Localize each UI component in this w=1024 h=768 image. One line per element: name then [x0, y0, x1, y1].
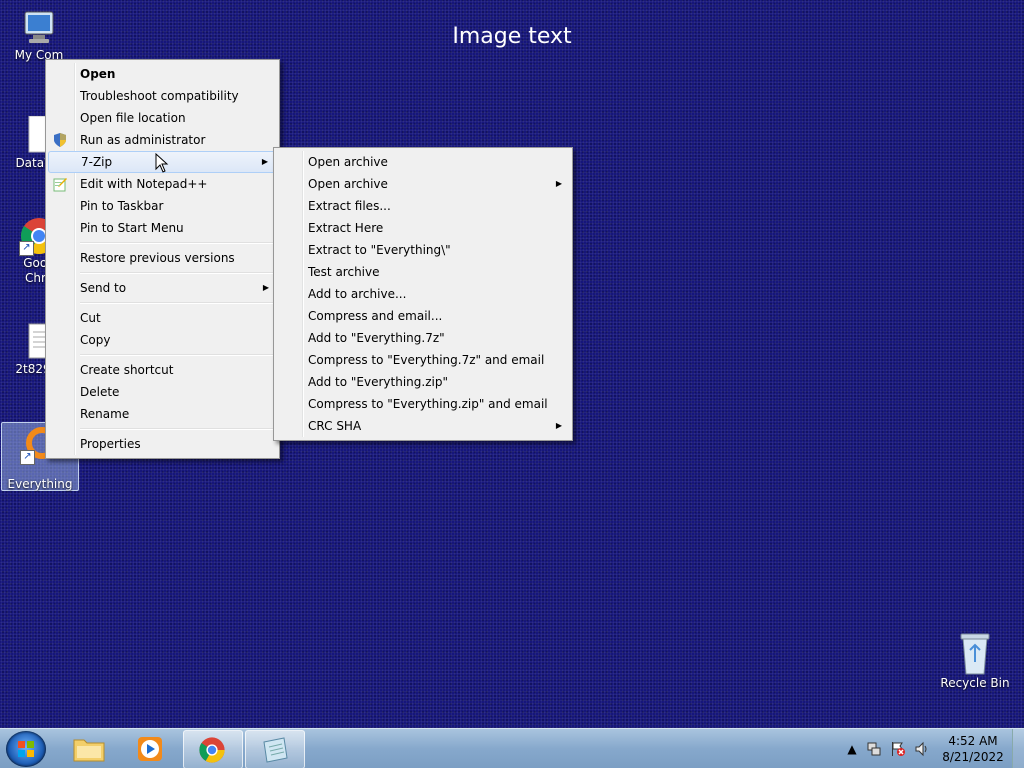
menu-separator — [80, 242, 275, 244]
start-button[interactable] — [6, 731, 46, 767]
taskbar-media-player-button[interactable] — [121, 730, 179, 767]
submenu-item-add-to-zip[interactable]: Add to "Everything.zip" — [276, 371, 570, 393]
menu-item-create-shortcut[interactable]: Create shortcut — [48, 359, 277, 381]
submenu-arrow-icon: ▶ — [555, 179, 562, 188]
submenu-item-compress-and-email[interactable]: Compress and email... — [276, 305, 570, 327]
clock-time: 4:52 AM — [948, 734, 998, 748]
submenu-item-test-archive[interactable]: Test archive — [276, 261, 570, 283]
menu-item-label: Edit with Notepad++ — [80, 177, 208, 191]
menu-item-send-to[interactable]: Send to ▶ — [48, 277, 277, 299]
my-computer-desktop-icon[interactable]: My Com — [0, 8, 78, 63]
submenu-item-extract-files[interactable]: Extract files... — [276, 195, 570, 217]
clock-date: 8/21/2022 — [942, 750, 1004, 764]
menu-item-pin-to-taskbar[interactable]: Pin to Taskbar — [48, 195, 277, 217]
notepadpp-icon — [52, 176, 68, 192]
desktop-icon-label: Recycle Bin — [940, 676, 1010, 690]
menu-item-open-file-location[interactable]: Open file location — [48, 107, 277, 129]
uac-shield-icon — [52, 132, 68, 148]
menu-item-run-as-administrator[interactable]: Run as administrator — [48, 129, 277, 151]
submenu-arrow-icon: ▶ — [555, 421, 562, 430]
show-hidden-icons-chevron-icon[interactable]: ▲ — [844, 741, 860, 757]
menu-item-label: Send to — [80, 281, 127, 295]
network-icon[interactable] — [866, 741, 882, 757]
menu-item-copy[interactable]: Copy — [48, 329, 277, 351]
media-player-icon — [136, 735, 164, 766]
menu-item-cut[interactable]: Cut — [48, 307, 277, 329]
menu-item-troubleshoot-compatibility[interactable]: Troubleshoot compatibility — [48, 85, 277, 107]
volume-speaker-icon[interactable] — [914, 741, 930, 757]
taskbar-chrome-button[interactable] — [183, 730, 243, 768]
desktop-overlay-text: Image text — [452, 24, 572, 49]
taskbar: ▲ 4:52 AM 8/21/2022 — [0, 728, 1024, 768]
menu-separator — [80, 354, 275, 356]
submenu-item-extract-to-folder[interactable]: Extract to "Everything\" — [276, 239, 570, 261]
menu-item-label: 7-Zip — [81, 155, 113, 169]
menu-item-properties[interactable]: Properties — [48, 433, 277, 455]
menu-item-restore-previous-versions[interactable]: Restore previous versions — [48, 247, 277, 269]
submenu-7zip: Open archive Open archive ▶ Extract file… — [273, 147, 573, 441]
taskbar-explorer-button[interactable] — [60, 730, 118, 767]
submenu-item-add-to-archive[interactable]: Add to archive... — [276, 283, 570, 305]
menu-separator — [80, 302, 275, 304]
submenu-arrow-icon: ▶ — [262, 283, 269, 292]
recycle-bin-icon — [955, 630, 995, 675]
chrome-icon — [198, 736, 226, 767]
submenu-item-open-archive[interactable]: Open archive — [276, 151, 570, 173]
menu-separator — [80, 428, 275, 430]
submenu-item-compress-zip-and-email[interactable]: Compress to "Everything.zip" and email — [276, 393, 570, 415]
taskbar-notepad-button[interactable] — [245, 730, 305, 768]
context-menu: Open Troubleshoot compatibility Open fil… — [45, 59, 280, 459]
submenu-item-crc-sha[interactable]: CRC SHA ▶ — [276, 415, 570, 437]
recycle-bin-desktop-icon[interactable]: Recycle Bin — [936, 630, 1014, 691]
windows-logo-icon — [18, 741, 34, 757]
mouse-cursor-icon — [155, 152, 169, 173]
submenu-item-add-to-7z[interactable]: Add to "Everything.7z" — [276, 327, 570, 349]
menu-item-delete[interactable]: Delete — [48, 381, 277, 403]
shortcut-arrow-icon: ↗ — [20, 450, 35, 465]
computer-icon — [19, 8, 59, 48]
submenu-item-extract-here[interactable]: Extract Here — [276, 217, 570, 239]
menu-item-label: Open archive — [308, 177, 388, 191]
menu-separator — [80, 272, 275, 274]
desktop-icon-label: Everything — [7, 477, 73, 491]
menu-item-rename[interactable]: Rename — [48, 403, 277, 425]
show-desktop-button[interactable] — [1012, 729, 1024, 768]
notepad-icon — [260, 736, 290, 767]
submenu-item-compress-7z-and-email[interactable]: Compress to "Everything.7z" and email — [276, 349, 570, 371]
submenu-item-open-archive-more[interactable]: Open archive ▶ — [276, 173, 570, 195]
menu-item-label: Run as administrator — [80, 133, 206, 147]
action-center-flag-icon[interactable] — [890, 741, 906, 757]
menu-item-open[interactable]: Open — [48, 63, 277, 85]
shortcut-arrow-icon: ↗ — [19, 241, 34, 256]
menu-item-label: CRC SHA — [308, 419, 362, 433]
menu-item-edit-with-notepadpp[interactable]: Edit with Notepad++ — [48, 173, 277, 195]
menu-item-pin-to-start-menu[interactable]: Pin to Start Menu — [48, 217, 277, 239]
submenu-arrow-icon: ▶ — [261, 157, 268, 166]
system-clock[interactable]: 4:52 AM 8/21/2022 — [940, 733, 1006, 765]
folder-icon — [73, 736, 105, 765]
